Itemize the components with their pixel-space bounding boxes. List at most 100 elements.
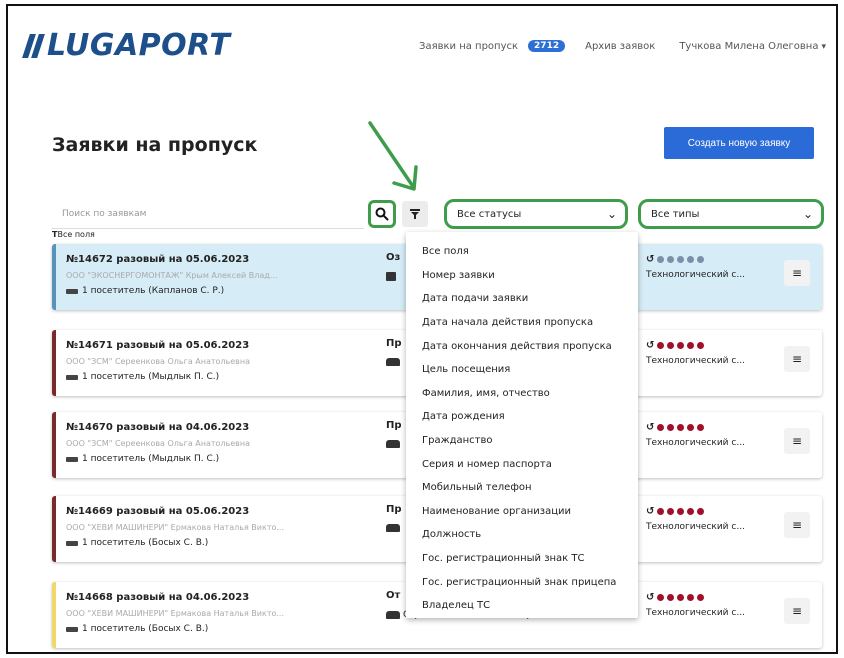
chevron-down-icon: ▾ [821,41,826,52]
dropdown-item-pass-start-date[interactable]: Дата начала действия пропуска [406,311,638,335]
request-type: Технологический с... [646,438,745,448]
car-icon [386,358,400,366]
menu-icon: ≡ [791,604,803,618]
dropdown-item-position[interactable]: Должность [406,523,638,547]
visitor-icon [66,288,78,294]
request-title: №14669 разовый на 05.06.2023 [66,506,250,517]
dropdown-item-request-number[interactable]: Номер заявки [406,264,638,288]
user-menu[interactable]: Тучкова Милена Олеговна ▾ [679,41,826,52]
card-menu-button[interactable]: ≡ [784,260,810,286]
requests-count-badge: 2712 [528,40,566,52]
dropdown-item-submission-date[interactable]: Дата подачи заявки [406,287,638,311]
logo-mark-icon [22,33,45,58]
car-icon [386,524,400,532]
history-icon: ↺ [646,340,655,351]
search-button[interactable] [368,200,396,228]
search-input[interactable]: Поиск по заявкам [52,199,364,229]
visitors-text: 1 посетитель (Мыдлык П. С.) [82,372,220,382]
search-scope-label[interactable]: TВсе поля [52,230,95,239]
filter-field-button[interactable] [402,201,428,227]
dropdown-item-passport[interactable]: Серия и номер паспорта [406,452,638,476]
nav-archive-link[interactable]: Архив заявок [585,41,655,52]
request-visitors: 1 посетитель (Мыдлык П. С.) [66,454,219,464]
search-field-dropdown: Все поля Номер заявки Дата подачи заявки… [406,232,638,618]
status-dots: ↺ [646,592,705,603]
request-visitors: 1 посетитель (Босых С. В.) [66,624,208,634]
nav-requests-link[interactable]: Заявки на пропуск [419,41,518,52]
type-select[interactable]: Все типы ⌄ [638,199,824,229]
status-dots: ↺ [646,340,705,351]
card-menu-button[interactable]: ≡ [784,598,810,624]
request-org: ООО "ЗСМ" Сереенкова Ольга Анатольевна [66,439,251,448]
request-visitors: 1 посетитель (Капланов С. Р.) [66,286,224,296]
visitor-icon [66,456,78,462]
request-title: №14670 разовый на 04.06.2023 [66,422,250,433]
history-icon: ↺ [646,592,655,603]
purpose-line [386,358,400,366]
request-purpose: Оз [386,252,401,263]
dropdown-item-birth-date[interactable]: Дата рождения [406,405,638,429]
status-dots: ↺ [646,254,705,265]
visitor-icon [66,374,78,380]
dropdown-item-vehicle-plate[interactable]: Гос. регистрационный знак ТС [406,547,638,571]
request-type: Технологический с... [646,356,745,366]
dropdown-item-mobile-phone[interactable]: Мобильный телефон [406,476,638,500]
request-title: №14671 разовый на 05.06.2023 [66,340,250,351]
dropdown-item-all-fields[interactable]: Все поля [406,240,638,264]
dropdown-item-trailer-plate[interactable]: Гос. регистрационный знак прицепа [406,570,638,594]
dropdown-item-pass-end-date[interactable]: Дата окончания действия пропуска [406,334,638,358]
history-icon: ↺ [646,254,655,265]
create-request-button[interactable]: Создать новую заявку [664,127,814,159]
filter-icon [410,209,420,219]
purpose-line [386,440,400,448]
card-menu-button[interactable]: ≡ [784,512,810,538]
visitor-icon [66,540,78,546]
request-visitors: 1 посетитель (Босых С. В.) [66,538,208,548]
app-frame: LUGAPORT Заявки на пропуск 2712 Архив за… [6,4,838,654]
visitors-text: 1 посетитель (Босых С. В.) [82,538,209,548]
user-name: Тучкова Милена Олеговна [679,40,819,52]
menu-icon: ≡ [791,434,803,448]
dropdown-item-citizenship[interactable]: Гражданство [406,429,638,453]
request-visitors: 1 посетитель (Мыдлык П. С.) [66,372,219,382]
dropdown-item-full-name[interactable]: Фамилия, имя, отчество [406,382,638,406]
request-org: ООО "ЭКОСНЕРГОМОНТАЖ" Крым Алексей Влад.… [66,271,278,280]
logo[interactable]: LUGAPORT [22,28,231,63]
page-title: Заявки на пропуск [52,134,258,156]
top-navigation: Заявки на пропуск 2712 Архив заявок Тучк… [419,40,826,52]
request-purpose: Пр [386,420,402,431]
status-dots: ↺ [646,422,705,433]
history-icon: ↺ [646,422,655,433]
request-purpose: От [386,590,401,601]
dropdown-item-organization[interactable]: Наименование организации [406,500,638,524]
dropdown-item-visit-purpose[interactable]: Цель посещения [406,358,638,382]
search-icon [375,207,389,221]
status-select-value: Все статусы [457,208,522,220]
menu-icon: ≡ [791,266,803,280]
request-title: №14672 разовый на 05.06.2023 [66,254,250,265]
status-dots: ↺ [646,506,705,517]
type-select-value: Все типы [651,208,700,220]
comment-icon [386,272,396,281]
request-type: Технологический с... [646,270,745,280]
purpose-line [386,524,400,532]
card-menu-button[interactable]: ≡ [784,346,810,372]
car-icon [386,611,400,619]
request-title: №14668 разовый на 04.06.2023 [66,592,250,603]
request-purpose: Пр [386,338,402,349]
car-icon [386,440,400,448]
logo-text: LUGAPORT [47,28,231,63]
card-menu-button[interactable]: ≡ [784,428,810,454]
history-icon: ↺ [646,506,655,517]
visitors-text: 1 посетитель (Капланов С. Р.) [82,286,225,296]
menu-icon: ≡ [791,352,803,366]
request-org: ООО "ХЕВИ МАШИНЕРИ" Ермакова Наталья Вик… [66,523,285,532]
request-org: ООО "ЗСМ" Сереенкова Ольга Анатольевна [66,357,251,366]
request-purpose: Пр [386,504,402,515]
request-org: ООО "ХЕВИ МАШИНЕРИ" Ермакова Наталья Вик… [66,609,285,618]
menu-icon: ≡ [791,518,803,532]
visitors-text: 1 посетитель (Босых С. В.) [82,624,209,634]
status-select[interactable]: Все статусы ⌄ [444,199,628,229]
dropdown-item-vehicle-owner[interactable]: Владелец ТС [406,594,638,618]
visitor-icon [66,626,78,632]
